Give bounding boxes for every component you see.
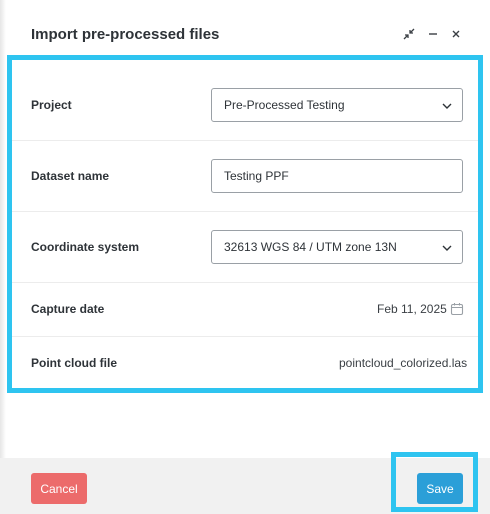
dialog-title: Import pre-processed files	[31, 26, 220, 43]
collapse-icon[interactable]	[401, 26, 417, 42]
form-highlight-box	[7, 55, 483, 393]
dialog-header: Import pre-processed files	[0, 0, 490, 60]
minimize-icon[interactable]	[425, 26, 441, 42]
save-highlight-box	[391, 452, 478, 512]
close-icon[interactable]	[448, 26, 464, 42]
cancel-button[interactable]: Cancel	[31, 473, 87, 504]
import-dialog: Import pre-processed files Project Pre-P…	[0, 0, 490, 514]
